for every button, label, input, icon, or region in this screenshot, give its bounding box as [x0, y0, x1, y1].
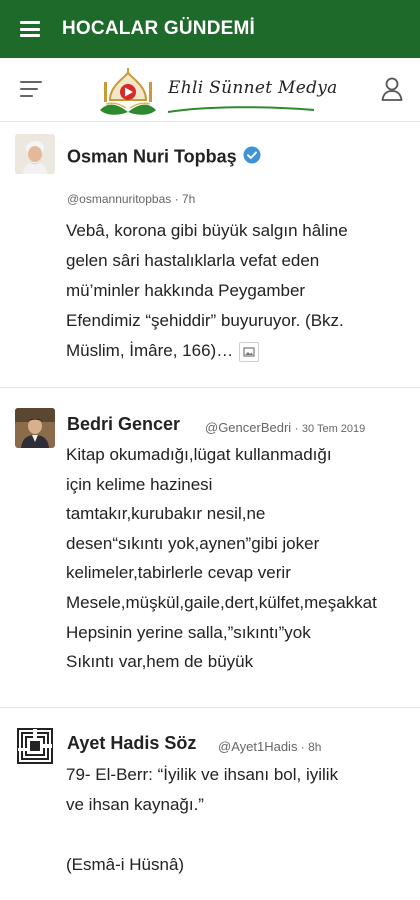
image-attachment-icon[interactable] [239, 341, 260, 362]
logo-text: Ehli Sünnet Medya [168, 78, 338, 98]
logo-underline [167, 106, 315, 113]
post-text-content: Vebâ, korona gibi büyük salgın hâline ge… [66, 221, 348, 360]
author-handle-line: @GencerBedri · 30 Tem 2019 [205, 420, 366, 435]
author-handle[interactable]: @GencerBedri [205, 420, 291, 435]
brand-logo: Ehli Sünnet Medya [96, 66, 337, 120]
user-profile-icon[interactable] [380, 76, 404, 102]
feed: Osman Nuri Topbaş @osmannuritopbas · 7h … [0, 122, 420, 900]
verified-badge-icon [243, 146, 261, 169]
author-handle-line: @osmannuritopbas · 7h [67, 192, 196, 206]
author-name[interactable]: Ayet Hadis Söz [67, 733, 196, 754]
post-card[interactable]: Bedri Gencer @GencerBedri · 30 Tem 2019 … [0, 388, 420, 708]
author-name-text: Osman Nuri Topbaş [67, 146, 237, 167]
author-name[interactable]: Bedri Gencer [67, 414, 180, 435]
mosque-logo-icon [100, 68, 156, 115]
author-name[interactable]: Osman Nuri Topbaş [67, 146, 261, 169]
post-time: 30 Tem 2019 [301, 423, 366, 435]
avatar[interactable] [15, 726, 55, 766]
hamburger-menu-icon[interactable] [20, 21, 40, 37]
post-time: 8h [308, 740, 322, 754]
post-time: 7h [181, 192, 196, 206]
avatar[interactable] [15, 134, 55, 174]
post-text: Vebâ, korona gibi büyük salgın hâline ge… [66, 216, 416, 366]
avatar[interactable] [15, 408, 55, 448]
app-title: HOCALAR GÜNDEMİ [62, 18, 255, 39]
filter-lines-icon[interactable] [20, 81, 42, 97]
app-bar: HOCALAR GÜNDEMİ [0, 0, 420, 58]
author-handle-line: @Ayet1Hadis · 8h [218, 739, 322, 754]
post-card[interactable]: Osman Nuri Topbaş @osmannuritopbas · 7h … [0, 122, 420, 388]
author-handle[interactable]: @Ayet1Hadis [218, 739, 297, 754]
post-text: Kitap okumadığı,lügat kullanmadığı için … [66, 445, 377, 672]
post-text: 79- El-Berr: “İyilik ve ihsanı bol, iyil… [66, 765, 339, 874]
author-handle[interactable]: @osmannuritopbas [67, 192, 171, 206]
post-card[interactable]: Ayet Hadis Söz @Ayet1Hadis · 8h 79- El-B… [0, 708, 420, 900]
